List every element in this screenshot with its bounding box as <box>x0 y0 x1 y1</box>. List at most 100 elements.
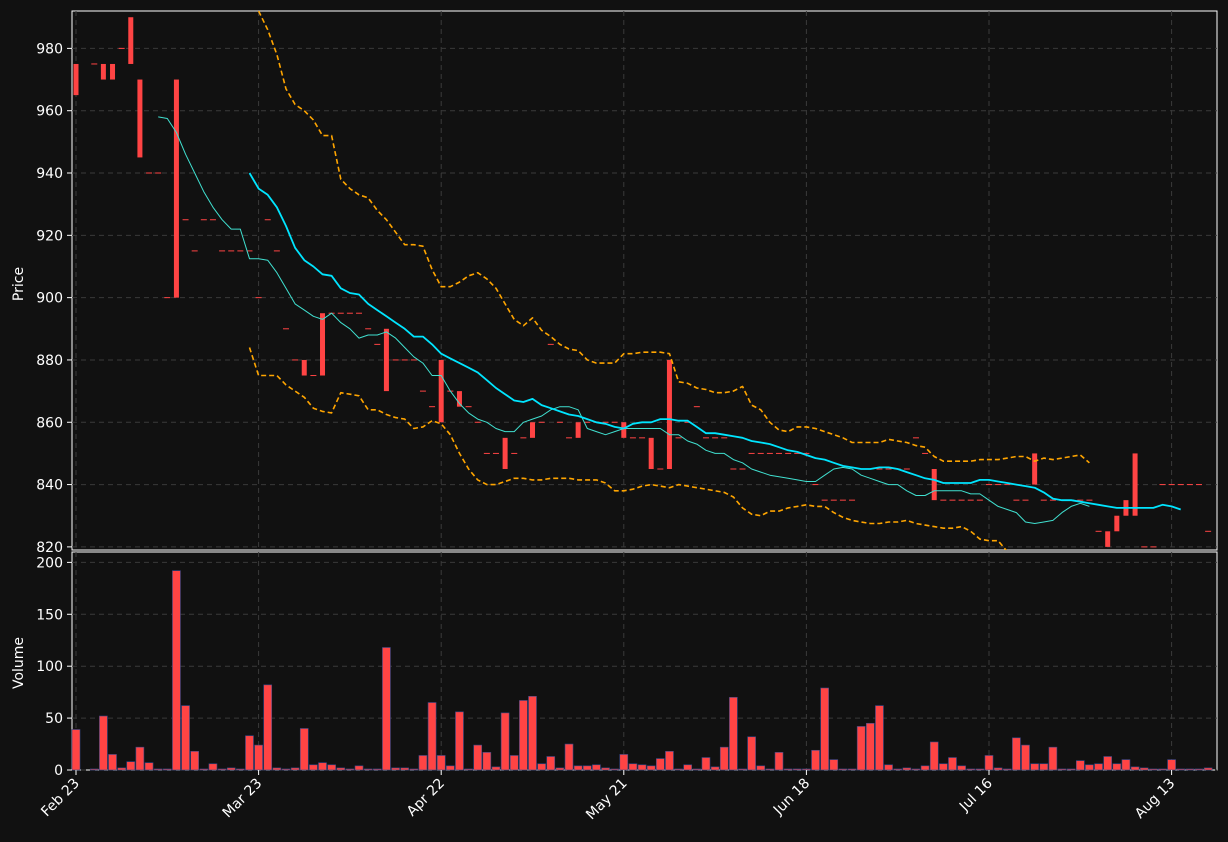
volume-bar-down <box>555 767 565 771</box>
volume-bar-down <box>610 768 619 771</box>
volume-bar-down <box>464 768 473 771</box>
volume-bar-down <box>254 744 263 771</box>
volume-bar-down <box>318 762 327 771</box>
price-tick-label: 920 <box>36 228 63 244</box>
volume-bar-down <box>710 766 720 771</box>
volume-bar-down <box>829 759 839 771</box>
candle-down <box>438 359 444 423</box>
volume-bar-down <box>975 768 985 771</box>
volume-bar-down <box>309 764 318 771</box>
volume-bar-down <box>135 746 145 771</box>
volume-bar-down <box>984 755 994 771</box>
price-tick-label: 840 <box>36 478 63 494</box>
volume-bar-down <box>446 765 455 771</box>
candle-down <box>666 359 672 469</box>
volume-bar-down <box>637 764 647 771</box>
volume-bar-down <box>281 768 291 771</box>
candle-down <box>383 328 389 392</box>
volume-bar-down <box>336 767 346 771</box>
volume-tick-label: 150 <box>36 607 63 623</box>
volume-bar-down <box>884 764 893 771</box>
volume-bar-down <box>436 755 446 771</box>
volume-bar-down <box>948 757 957 771</box>
volume-bar-down <box>528 695 537 771</box>
volume-bar-down <box>1012 737 1021 771</box>
candle-down <box>1032 453 1038 485</box>
volume-bar-down <box>482 752 492 771</box>
price-tick-label: 880 <box>36 353 63 369</box>
volume-bar-down <box>427 702 437 771</box>
volume-bar-down <box>144 762 154 771</box>
volume-bar-down <box>802 768 811 771</box>
candle-down <box>301 359 307 376</box>
candle-down <box>73 63 79 96</box>
volume-bar-down <box>792 768 802 771</box>
volume-bar-down <box>966 768 976 771</box>
candle-down <box>1132 453 1138 516</box>
volume-tick-label: 50 <box>45 711 63 727</box>
volume-bar-down <box>774 752 784 771</box>
volume-bar-down <box>117 767 126 771</box>
volume-bar-down <box>838 768 848 771</box>
volume-bar-down <box>674 768 683 771</box>
volume-bar-down <box>902 767 912 771</box>
volume-bar-down <box>263 684 273 771</box>
volume-bar-down <box>400 767 409 771</box>
price-axis-label: Price <box>11 267 27 301</box>
volume-bar-down <box>89 768 99 771</box>
volume-tick-label: 100 <box>36 659 63 675</box>
volume-bar-down <box>181 705 190 771</box>
volume-bar-down <box>765 768 775 771</box>
price-tick-label: 980 <box>36 41 63 57</box>
volume-bar-down <box>738 768 747 771</box>
volume-bar-down <box>683 764 693 771</box>
candle-down <box>173 79 179 298</box>
volume-bar-down <box>1085 764 1094 771</box>
candle-down <box>110 63 116 80</box>
candlestick-chart: 820 840 860 880 900 920 940 960 980 0 50 100 150 200… <box>0 0 1228 842</box>
volume-bar-down <box>929 741 939 771</box>
volume-bar-down <box>509 755 519 771</box>
candle-down <box>100 63 106 80</box>
volume-bar-down <box>190 751 199 771</box>
volume-bar-down <box>656 758 665 771</box>
volume-bar-down <box>847 768 857 771</box>
volume-bar-down <box>108 754 117 771</box>
volume-bar-down <box>573 765 583 771</box>
volume-bar-down <box>665 751 674 771</box>
volume-bar-down <box>99 715 108 771</box>
volume-bar-down <box>1021 744 1030 771</box>
volume-bar-down <box>418 755 428 771</box>
volume-bar-down <box>592 764 601 771</box>
volume-bar-down <box>409 768 419 771</box>
volume-bar-down <box>719 746 729 771</box>
volume-bar-down <box>1185 768 1195 771</box>
volume-bar-down <box>820 687 829 771</box>
volume-bar-down <box>911 768 921 771</box>
volume-bar-down <box>1039 763 1049 771</box>
volume-bar-down <box>208 763 218 771</box>
volume-bar-down <box>272 767 282 771</box>
volume-bar-down <box>363 768 373 771</box>
candle-down <box>1105 531 1111 547</box>
volume-bar-down <box>245 735 254 771</box>
candle-down <box>648 437 654 469</box>
candle-down <box>575 422 581 438</box>
volume-bar-down <box>1094 763 1103 771</box>
volume-bar-down <box>345 768 355 771</box>
volume-bar-down <box>1139 767 1149 771</box>
volume-bar-down <box>1002 768 1012 771</box>
volume-bar-down <box>564 743 574 771</box>
volume-bar-down <box>893 768 903 771</box>
volume-bar-down <box>747 736 756 771</box>
price-tick-label: 820 <box>36 540 63 556</box>
volume-bar-down <box>957 765 966 771</box>
volume-bar-down <box>500 712 510 771</box>
volume-bar-down <box>1112 763 1122 771</box>
volume-bar-down <box>601 767 610 771</box>
price-tick-label: 900 <box>36 291 63 307</box>
candle-down <box>456 391 462 407</box>
candle-down <box>1114 515 1120 532</box>
candle-down <box>137 79 143 158</box>
volume-bar-down <box>153 768 163 771</box>
